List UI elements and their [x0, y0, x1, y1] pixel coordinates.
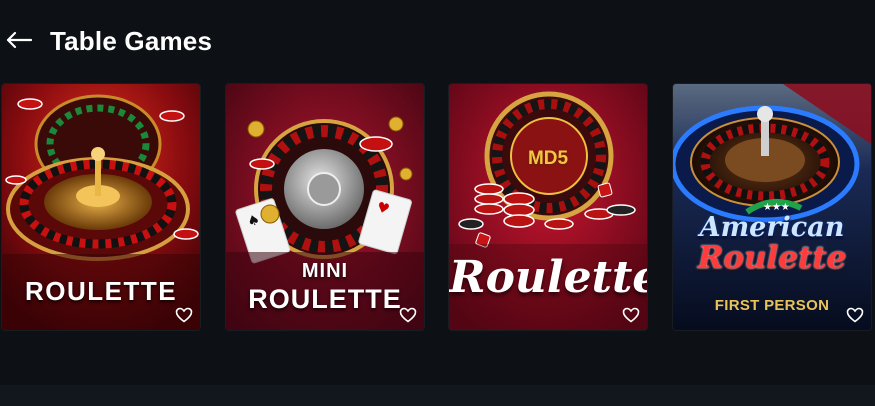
game-card-roulette[interactable]: ROULETTE [2, 84, 200, 330]
game-card-md5-roulette[interactable]: MD5 Roulette [449, 84, 647, 330]
footer-bar [0, 385, 875, 406]
heart-outline-icon[interactable] [846, 307, 864, 323]
american-roulette-artwork: ★★★ [673, 84, 871, 330]
page-title: Table Games [50, 26, 213, 56]
heart-outline-icon[interactable] [622, 307, 640, 323]
game-title-line1: American [699, 212, 845, 243]
game-grid: ROULETTE ♠ ♥ MINI ROULETTE MD5 Roulette … [0, 84, 875, 332]
game-title: ROULETTE [24, 276, 178, 306]
game-title-line1: MINI [301, 260, 349, 282]
game-card-mini-roulette[interactable]: ♠ ♥ MINI ROULETTE [226, 84, 424, 330]
game-badge: MD5 [527, 148, 569, 169]
game-title: Roulette [449, 252, 647, 303]
game-card-american-roulette[interactable]: ★★★ American Roulette FIRST PERSON [673, 84, 871, 330]
heart-outline-icon[interactable] [399, 307, 417, 323]
game-subtitle: FIRST PERSON [714, 297, 830, 314]
heart-outline-icon[interactable] [175, 307, 193, 323]
game-title-line2: Roulette [697, 240, 847, 276]
arrow-left-icon [6, 31, 33, 49]
back-button[interactable] [2, 26, 36, 54]
game-title-line2: ROULETTE [248, 284, 402, 314]
